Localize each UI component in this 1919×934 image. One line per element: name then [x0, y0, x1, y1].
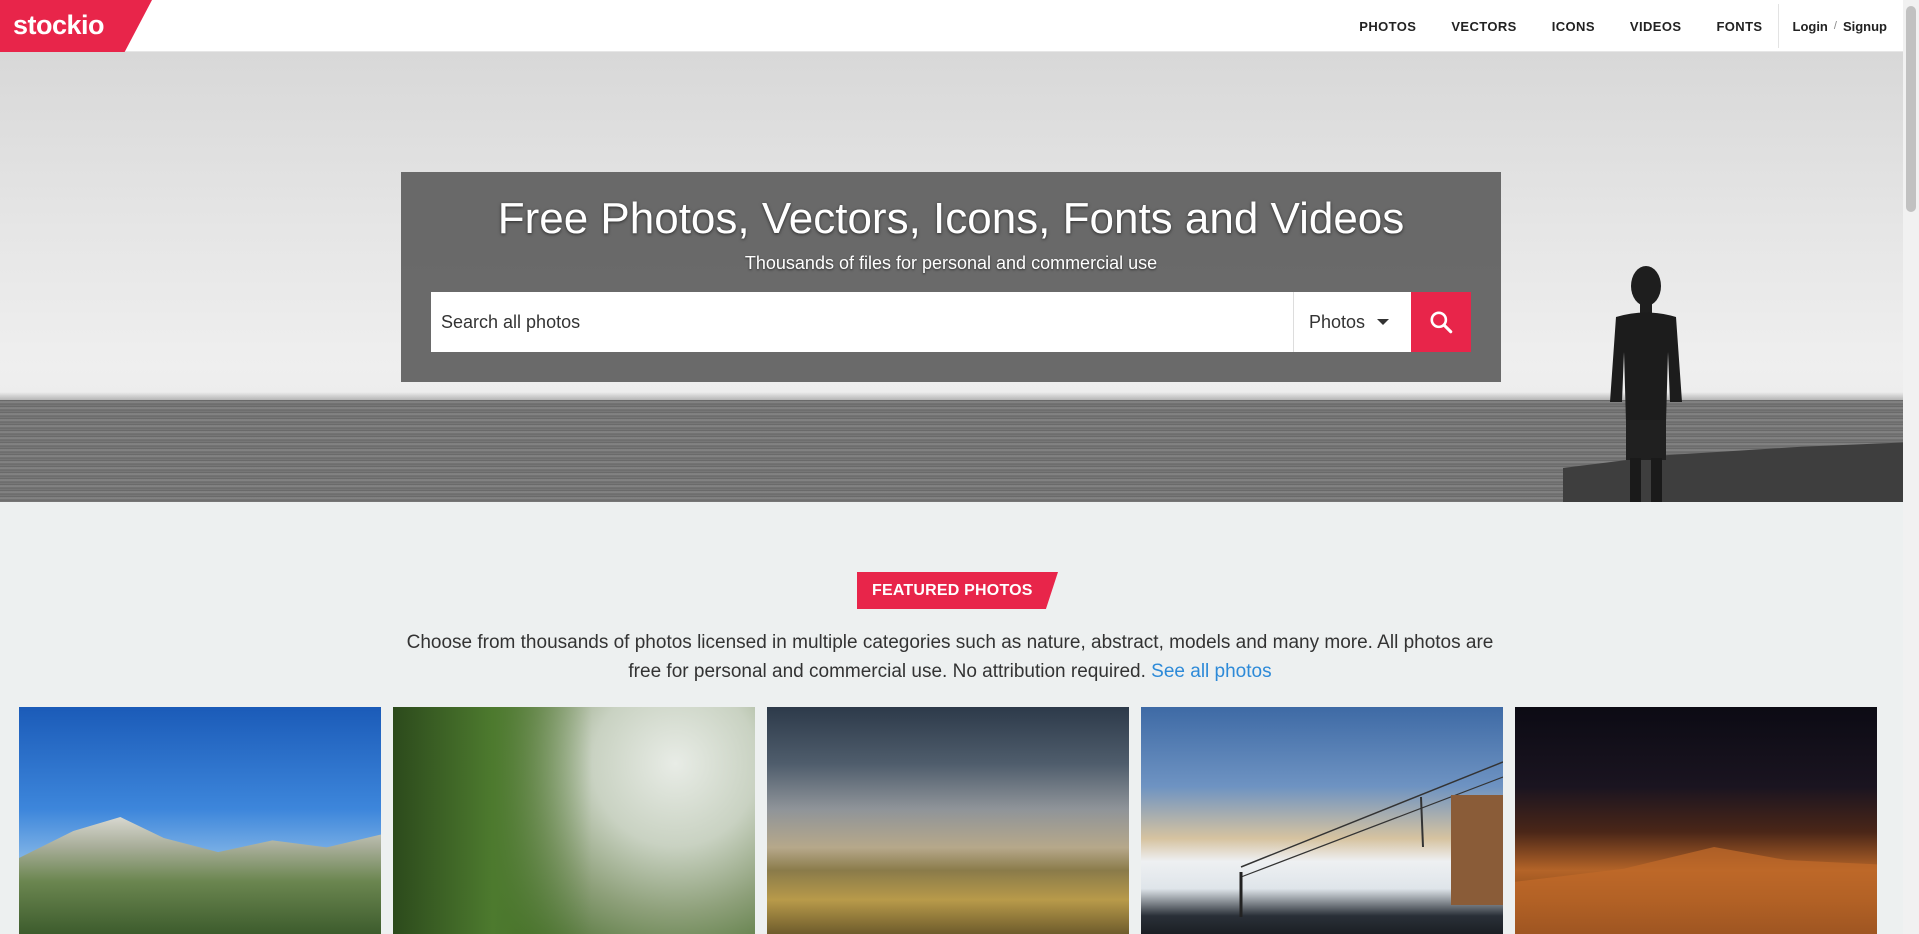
nav-link-icons[interactable]: ICONS [1552, 19, 1595, 34]
login-link[interactable]: Login [1793, 19, 1828, 34]
hut [1451, 795, 1503, 905]
search-type-label: Photos [1309, 311, 1366, 332]
hero-banner: Free Photos, Vectors, Icons, Fonts and V… [0, 52, 1903, 502]
cable-lines [1239, 761, 1503, 917]
nav-link-photos[interactable]: PHOTOS [1359, 19, 1416, 34]
search-bar: Photos [431, 292, 1471, 352]
featured-description: Choose from thousands of photos licensed… [400, 628, 1500, 686]
search-type-dropdown[interactable]: Photos [1293, 292, 1411, 352]
nav-link-fonts[interactable]: FONTS [1716, 19, 1762, 34]
person-silhouette [1610, 266, 1682, 502]
auth-separator: / [1833, 20, 1837, 32]
page-scrollbar[interactable] [1903, 0, 1919, 934]
caret-down-icon [1377, 319, 1390, 325]
photo-card-greenery[interactable] [393, 707, 755, 934]
featured-photos-label: FEATURED PHOTOS [857, 572, 1058, 609]
see-all-photos-link[interactable]: See all photos [1151, 661, 1271, 682]
hero-subtitle: Thousands of files for personal and comm… [744, 253, 1158, 273]
featured-photos-badge: FEATURED PHOTOS [857, 572, 1058, 609]
photo-card-ski-lift[interactable] [1141, 707, 1503, 934]
auth-links: Login / Signup [1793, 19, 1888, 34]
photo-card-field-path[interactable] [767, 707, 1129, 934]
nav-link-videos[interactable]: VIDEOS [1630, 19, 1682, 34]
hero-search-panel: Free Photos, Vectors, Icons, Fonts and V… [401, 172, 1501, 382]
featured-photo-grid [19, 707, 1879, 934]
signup-link[interactable]: Signup [1843, 19, 1887, 34]
nav-link-vectors[interactable]: VECTORS [1451, 19, 1516, 34]
search-input[interactable] [431, 292, 1293, 352]
scrollbar-thumb[interactable] [1906, 6, 1916, 212]
featured-description-text: Choose from thousands of photos licensed… [406, 632, 1494, 682]
search-icon [1430, 311, 1453, 334]
top-navbar: stockio PHOTOS VECTORS ICONS VIDEOS FONT… [0, 0, 1903, 52]
photo-card-mountains[interactable] [19, 707, 381, 934]
search-button[interactable] [1411, 292, 1471, 352]
nav-links: PHOTOS VECTORS ICONS VIDEOS FONTS Login … [1359, 0, 1903, 52]
stockio-logo[interactable]: stockio [0, 0, 152, 52]
nav-divider [1777, 4, 1779, 48]
photo-card-desert-night[interactable] [1515, 707, 1877, 934]
hero-title: Free Photos, Vectors, Icons, Fonts and V… [497, 194, 1405, 243]
